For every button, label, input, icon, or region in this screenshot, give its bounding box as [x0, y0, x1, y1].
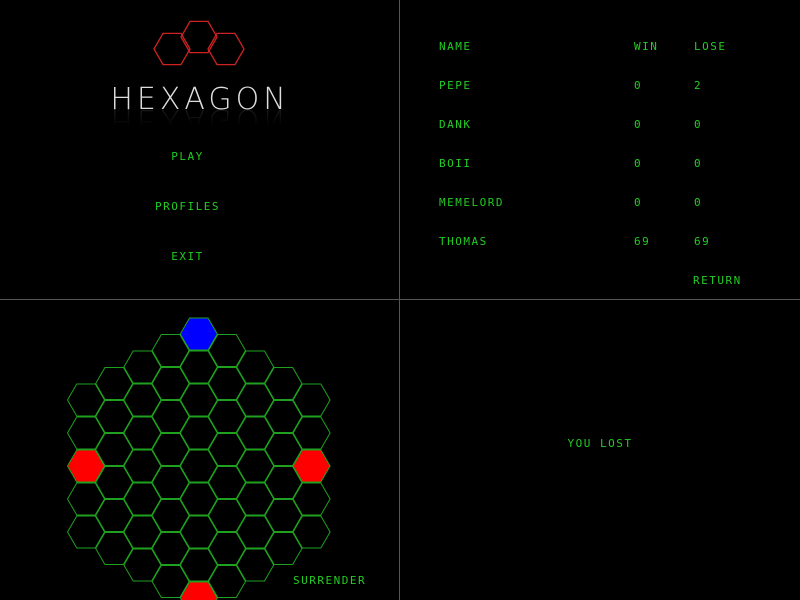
- red-piece-cell[interactable]: [179, 581, 218, 600]
- hex-game-board[interactable]: [0, 300, 400, 600]
- result-message: YOU LOST: [567, 437, 633, 450]
- profile-row-name[interactable]: THOMAS: [439, 235, 488, 248]
- play-button[interactable]: PLAY: [0, 150, 375, 163]
- return-button[interactable]: RETURN: [693, 274, 742, 287]
- game-board-panel: SURRENDER: [0, 300, 400, 600]
- game-title-reflection: HEXAGON: [110, 102, 290, 137]
- profile-row-name[interactable]: PEPE: [439, 79, 472, 92]
- column-header-name: NAME: [439, 40, 472, 53]
- profile-row-name[interactable]: BOII: [439, 157, 472, 170]
- column-header-lose: LOSE: [694, 40, 727, 53]
- main-menu-panel: HEXAGON HEXAGON PLAY PROFILES EXIT: [0, 0, 400, 300]
- profile-row-lose: 2: [694, 79, 703, 92]
- column-header-win: WIN: [634, 40, 659, 53]
- profile-row-name[interactable]: MEMELORD: [439, 196, 504, 209]
- profile-row-lose: 0: [694, 157, 703, 170]
- logo-hex-shape: [153, 32, 191, 66]
- profile-row-win: 69: [634, 235, 651, 248]
- profile-row-win: 0: [634, 196, 643, 209]
- profile-row-win: 0: [634, 79, 643, 92]
- logo-hex-shape: [180, 20, 218, 54]
- profile-row-lose: 0: [694, 196, 703, 209]
- logo-hex-shape: [207, 32, 245, 66]
- profiles-button[interactable]: PROFILES: [0, 200, 375, 213]
- surrender-button[interactable]: SURRENDER: [293, 574, 366, 587]
- profile-row-lose: 69: [694, 235, 711, 248]
- profile-row-win: 0: [634, 157, 643, 170]
- profiles-panel: NAME WIN LOSE PEPE 0 2 DANK 0 0 BOII 0 0…: [400, 0, 800, 300]
- exit-button[interactable]: EXIT: [0, 250, 375, 263]
- profile-row-name[interactable]: DANK: [439, 118, 472, 131]
- hexagon-logo-icon: [153, 20, 245, 66]
- profile-row-lose: 0: [694, 118, 703, 131]
- result-panel: YOU LOST: [400, 300, 800, 600]
- profile-row-win: 0: [634, 118, 643, 131]
